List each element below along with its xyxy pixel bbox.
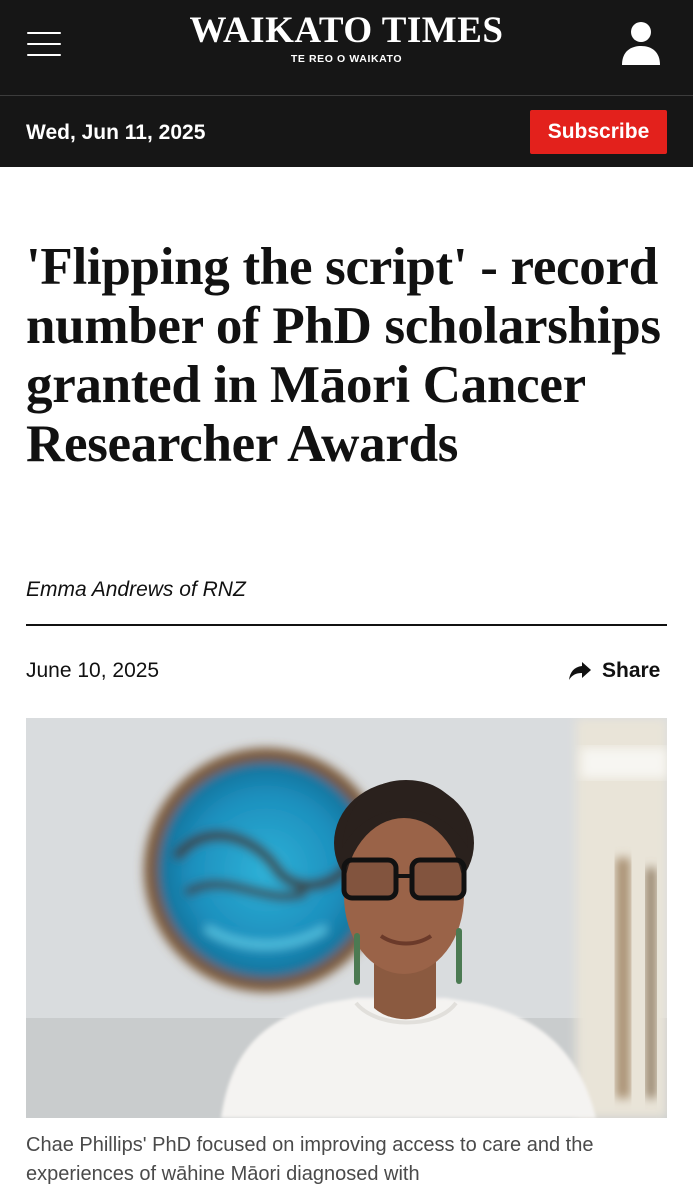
share-arrow-icon (569, 662, 591, 680)
logo-subtitle: TE REO O WAIKATO (290, 53, 403, 65)
subscribe-button[interactable]: Subscribe (530, 110, 667, 154)
share-label: Share (602, 659, 661, 682)
user-account-icon[interactable] (620, 19, 662, 67)
site-header: WAIKATO TIMES TE REO O WAIKATO (0, 0, 693, 96)
current-date: Wed, Jun 11, 2025 (26, 121, 206, 144)
site-logo[interactable]: WAIKATO TIMES TE REO O WAIKATO (0, 10, 693, 65)
photo-caption: Chae Phillips' PhD focused on improving … (26, 1134, 594, 1185)
share-button[interactable]: Share (568, 657, 660, 685)
published-date: June 10, 2025 (26, 659, 160, 682)
article-photo (26, 718, 667, 1118)
article-byline[interactable]: Emma Andrews of RNZ (26, 577, 246, 603)
logo-title: WAIKATO TIMES (189, 10, 504, 51)
byline-divider (26, 624, 667, 626)
article-headline: 'Flipping the script' - record number of… (26, 238, 661, 473)
date-bar: Wed, Jun 11, 2025 Subscribe (0, 96, 693, 167)
